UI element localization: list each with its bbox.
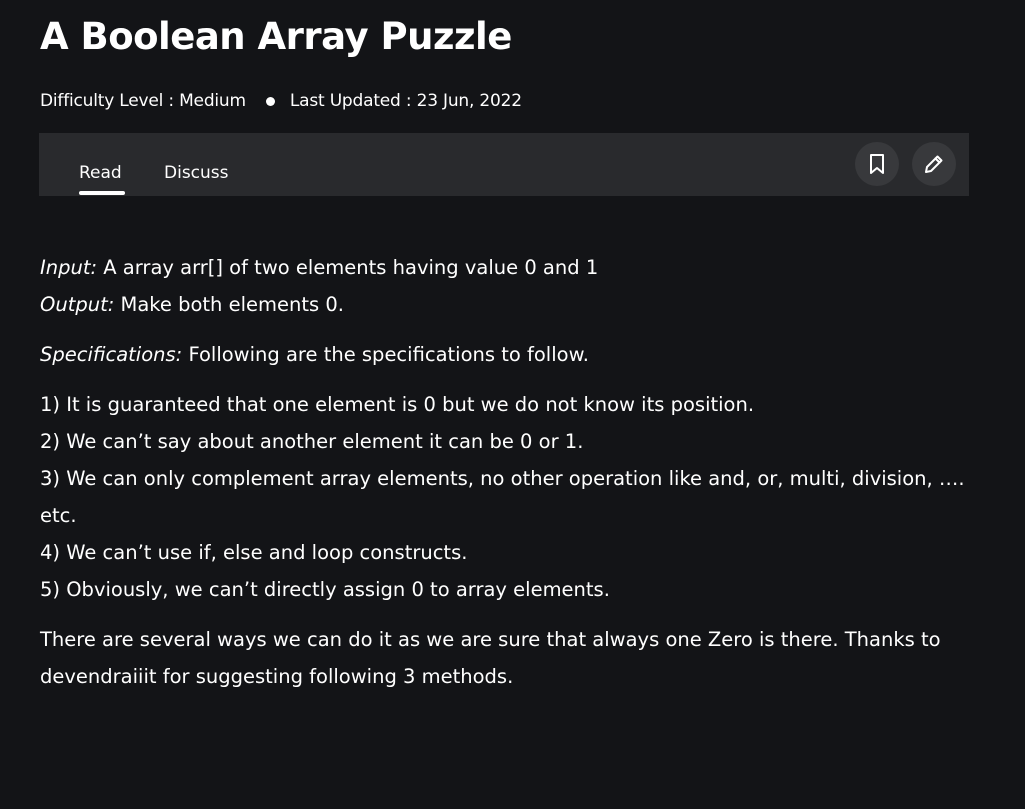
separator-dot (265, 96, 275, 106)
list-item: 3) We can only complement array elements… (40, 467, 965, 527)
tab-discuss[interactable]: Discuss (164, 161, 229, 185)
active-tab-indicator (79, 191, 125, 195)
bookmark-icon (870, 154, 884, 174)
edit-button[interactable] (912, 142, 956, 186)
last-updated: Last Updated : 23 Jun, 2022 (289, 91, 522, 111)
output-label: Output: (40, 293, 115, 316)
article-meta: Difficulty Level : Medium Last Updated :… (40, 88, 522, 114)
rules-list: 1) It is guaranteed that one element is … (40, 386, 975, 608)
input-line: Input: A array arr[] of two elements hav… (40, 249, 975, 286)
list-item: 1) It is guaranteed that one element is … (40, 393, 755, 416)
input-label: Input: (40, 256, 98, 279)
article-content: Input: A array arr[] of two elements hav… (40, 249, 975, 695)
spec-label: Specifications: (40, 343, 183, 366)
list-item: 5) Obviously, we can’t directly assign 0… (40, 578, 610, 601)
list-item: 4) We can’t use if, else and loop constr… (40, 541, 468, 564)
closing-paragraph: There are several ways we can do it as w… (40, 628, 941, 688)
bookmark-button[interactable] (855, 142, 899, 186)
spec-text: Following are the specifications to foll… (182, 343, 589, 366)
output-line: Output: Make both elements 0. (40, 286, 975, 323)
difficulty-level: Difficulty Level : Medium (40, 91, 246, 111)
tab-read[interactable]: Read (79, 161, 122, 185)
output-text: Make both elements 0. (114, 293, 344, 316)
input-text: A array arr[] of two elements having val… (97, 256, 599, 279)
spec-line: Specifications: Following are the specif… (40, 336, 975, 373)
list-item: 2) We can’t say about another element it… (40, 430, 584, 453)
article-tabbar: Read Discuss (39, 133, 969, 196)
pencil-icon (925, 155, 943, 173)
page-title: A Boolean Array Puzzle (40, 15, 512, 58)
